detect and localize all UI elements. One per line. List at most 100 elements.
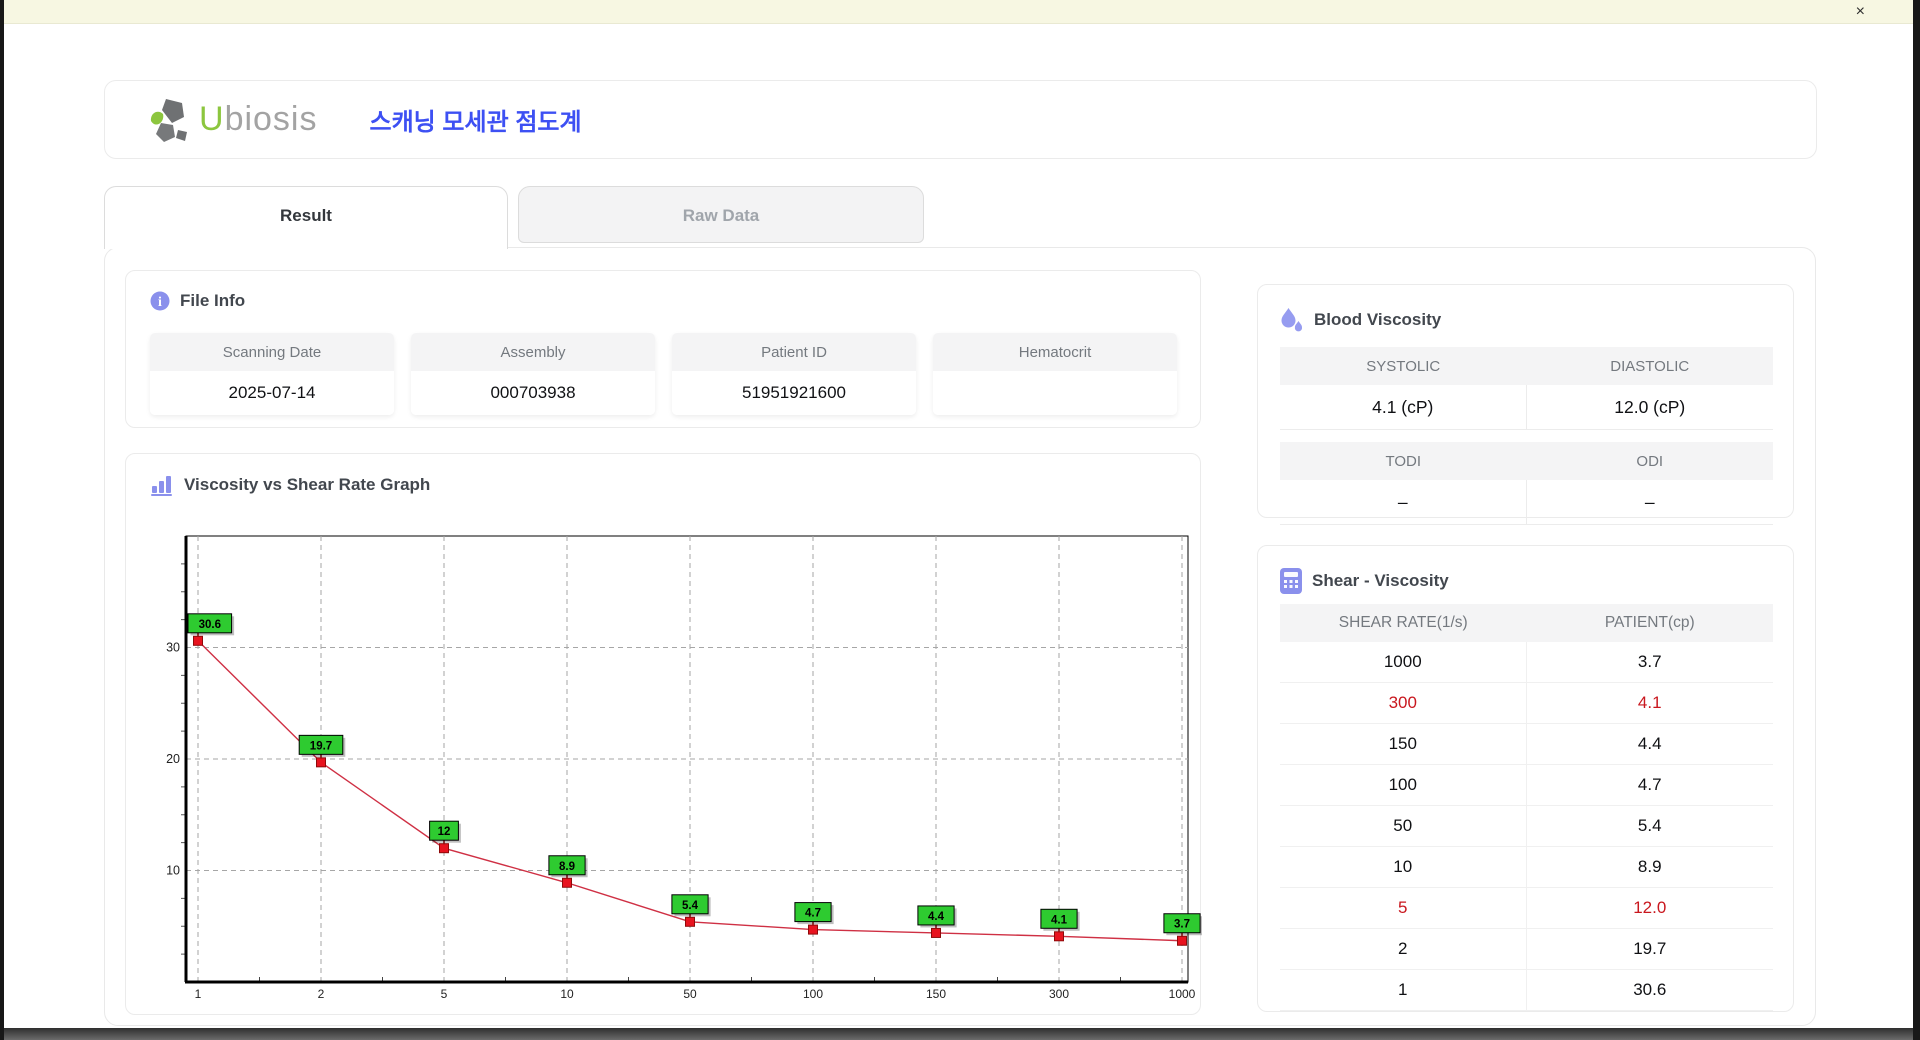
shear-rate-cell: 5 bbox=[1280, 888, 1527, 929]
data-point-marker bbox=[193, 635, 203, 646]
x-tick-label: 1 bbox=[195, 987, 202, 1001]
file-info-field: Hematocrit bbox=[933, 333, 1177, 415]
data-point-label: 5.4 bbox=[682, 900, 699, 912]
data-point-label: 4.1 bbox=[1051, 914, 1068, 926]
data-point-marker bbox=[808, 924, 818, 935]
bar-chart-icon bbox=[151, 476, 172, 496]
sv-header-shear: SHEAR RATE(1/s) bbox=[1280, 604, 1527, 642]
patient-viscosity-cell: 4.1 bbox=[1526, 683, 1773, 724]
file-info-fields: Scanning Date 2025-07-14 Assembly 000703938… bbox=[150, 333, 1177, 415]
y-tick-label: 10 bbox=[166, 864, 180, 878]
table-row: 50 5.4 bbox=[1280, 806, 1773, 847]
file-info-title-row: i File Info bbox=[150, 291, 1176, 311]
graph-title: Viscosity vs Shear Rate Graph bbox=[184, 475, 431, 494]
droplets-icon bbox=[1281, 308, 1303, 332]
blood-viscosity-table: SYSTOLIC DIASTOLIC 4.1 (cP) 12.0 (cP) TO… bbox=[1280, 347, 1773, 525]
bv-value-diastolic: 12.0 (cP) bbox=[1526, 385, 1773, 430]
file-info-field-label: Assembly bbox=[411, 333, 655, 371]
window-edge-left bbox=[0, 0, 4, 1040]
file-info-card: i File Info Scanning Date 2025-07-14 Assem… bbox=[125, 270, 1201, 428]
table-row: 1 30.6 bbox=[1280, 970, 1773, 1011]
shear-rate-cell: 300 bbox=[1280, 683, 1527, 724]
data-point-label: 19.7 bbox=[310, 740, 332, 752]
page-title: 스캐닝 모세관 점도계 bbox=[369, 109, 582, 136]
data-point-marker bbox=[1054, 931, 1064, 942]
shear-rate-cell: 100 bbox=[1280, 765, 1527, 806]
shear-viscosity-title: Shear - Viscosity bbox=[1312, 571, 1449, 590]
file-info-field: Assembly 000703938 bbox=[411, 333, 655, 415]
table-row: 300 4.1 bbox=[1280, 683, 1773, 724]
tab-raw-data[interactable]: Raw Data bbox=[518, 186, 924, 243]
file-info-field-value: 000703938 bbox=[411, 371, 655, 415]
ubiosis-logo: Ubiosis bbox=[149, 96, 318, 144]
graph-title-row: Viscosity vs Shear Rate Graph bbox=[150, 474, 1176, 496]
window-titlebar: × bbox=[4, 0, 1913, 24]
patient-viscosity-cell: 5.4 bbox=[1526, 806, 1773, 847]
window-edge-bottom bbox=[0, 1028, 1920, 1040]
patient-viscosity-cell: 4.7 bbox=[1526, 765, 1773, 806]
x-tick-label: 50 bbox=[683, 987, 697, 1001]
blood-viscosity-title: Blood Viscosity bbox=[1314, 310, 1442, 329]
shear-rate-cell: 1 bbox=[1280, 970, 1527, 1011]
x-tick-label: 10 bbox=[560, 987, 574, 1001]
shear-rate-cell: 150 bbox=[1280, 724, 1527, 765]
blood-viscosity-card: Blood Viscosity SYSTOLIC DIASTOLIC 4.1 (… bbox=[1257, 284, 1794, 525]
data-point-marker bbox=[931, 927, 941, 938]
table-row: 10 8.9 bbox=[1280, 847, 1773, 888]
x-tick-label: 100 bbox=[803, 987, 823, 1001]
shear-viscosity-card: Shear - Viscosity SHEAR RATE(1/s) PATIEN… bbox=[1257, 545, 1794, 1012]
data-point-label: 4.7 bbox=[805, 908, 821, 920]
data-point-marker bbox=[316, 757, 326, 768]
patient-viscosity-cell: 12.0 bbox=[1526, 888, 1773, 929]
brand-text: Ubiosis bbox=[199, 100, 318, 139]
window-edge-right bbox=[1913, 0, 1920, 1040]
shear-viscosity-table: SHEAR RATE(1/s) PATIENT(cp) 1000 3.7 300 4.… bbox=[1280, 604, 1773, 1011]
file-info-field-label: Hematocrit bbox=[933, 333, 1177, 371]
table-row: 1000 3.7 bbox=[1280, 642, 1773, 683]
bv-header-row-2: TODI ODI bbox=[1280, 442, 1773, 480]
x-tick-label: 150 bbox=[926, 987, 946, 1001]
table-row: 150 4.4 bbox=[1280, 724, 1773, 765]
bv-value-row-2: – – bbox=[1280, 480, 1773, 525]
y-tick-label: 30 bbox=[166, 641, 180, 655]
x-tick-label: 5 bbox=[441, 987, 448, 1001]
svg-text:i: i bbox=[158, 295, 162, 310]
patient-viscosity-cell: 3.7 bbox=[1526, 642, 1773, 683]
file-info-field-value: 51951921600 bbox=[672, 371, 916, 415]
data-point-label: 4.4 bbox=[928, 911, 945, 923]
graph-card: Viscosity vs Shear Rate Graph 1 2 5 10 50 100… bbox=[125, 453, 1202, 1015]
viscosity-chart: 1 2 5 10 50 100 150 300 100010203030.619.7128.95… bbox=[166, 535, 1202, 1001]
bv-value-odi: – bbox=[1526, 480, 1773, 525]
data-point-label: 8.9 bbox=[559, 861, 575, 873]
brand-u: U bbox=[199, 100, 225, 138]
data-point-label: 3.7 bbox=[1174, 919, 1190, 931]
data-point-marker bbox=[685, 916, 695, 927]
sv-header-patient: PATIENT(cp) bbox=[1526, 604, 1773, 642]
sv-rows: 1000 3.7 300 4.1 150 4.4 100 4.7 50 5.4 10 8.9 5 12.0… bbox=[1280, 642, 1773, 1011]
pebbles-logo-icon bbox=[150, 98, 187, 142]
bv-header-odi: ODI bbox=[1526, 442, 1773, 480]
calculator-icon bbox=[1280, 568, 1302, 594]
shear-rate-cell: 50 bbox=[1280, 806, 1527, 847]
file-info-field-label: Patient ID bbox=[672, 333, 916, 371]
shear-rate-cell: 2 bbox=[1280, 929, 1527, 970]
data-point-label: 30.6 bbox=[199, 619, 221, 631]
x-tick-label: 2 bbox=[318, 987, 325, 1001]
file-info-field: Patient ID 51951921600 bbox=[672, 333, 916, 415]
file-info-field: Scanning Date 2025-07-14 bbox=[150, 333, 394, 415]
file-info-field-value: 2025-07-14 bbox=[150, 371, 394, 415]
x-tick-label: 1000 bbox=[1169, 987, 1196, 1001]
tab-result[interactable]: Result bbox=[104, 186, 508, 249]
file-info-field-value bbox=[933, 371, 1177, 415]
y-tick-label: 20 bbox=[166, 752, 180, 766]
patient-viscosity-cell: 8.9 bbox=[1526, 847, 1773, 888]
brand-rest: biosis bbox=[224, 100, 318, 138]
file-info-title: File Info bbox=[180, 291, 246, 310]
close-icon[interactable]: × bbox=[1856, 2, 1865, 22]
blood-viscosity-title-row: Blood Viscosity bbox=[1280, 307, 1771, 333]
bv-value-row-1: 4.1 (cP) 12.0 (cP) bbox=[1280, 385, 1773, 430]
table-row: 5 12.0 bbox=[1280, 888, 1773, 929]
shear-rate-cell: 10 bbox=[1280, 847, 1527, 888]
info-icon: i bbox=[150, 291, 170, 311]
table-row: 100 4.7 bbox=[1280, 765, 1773, 806]
